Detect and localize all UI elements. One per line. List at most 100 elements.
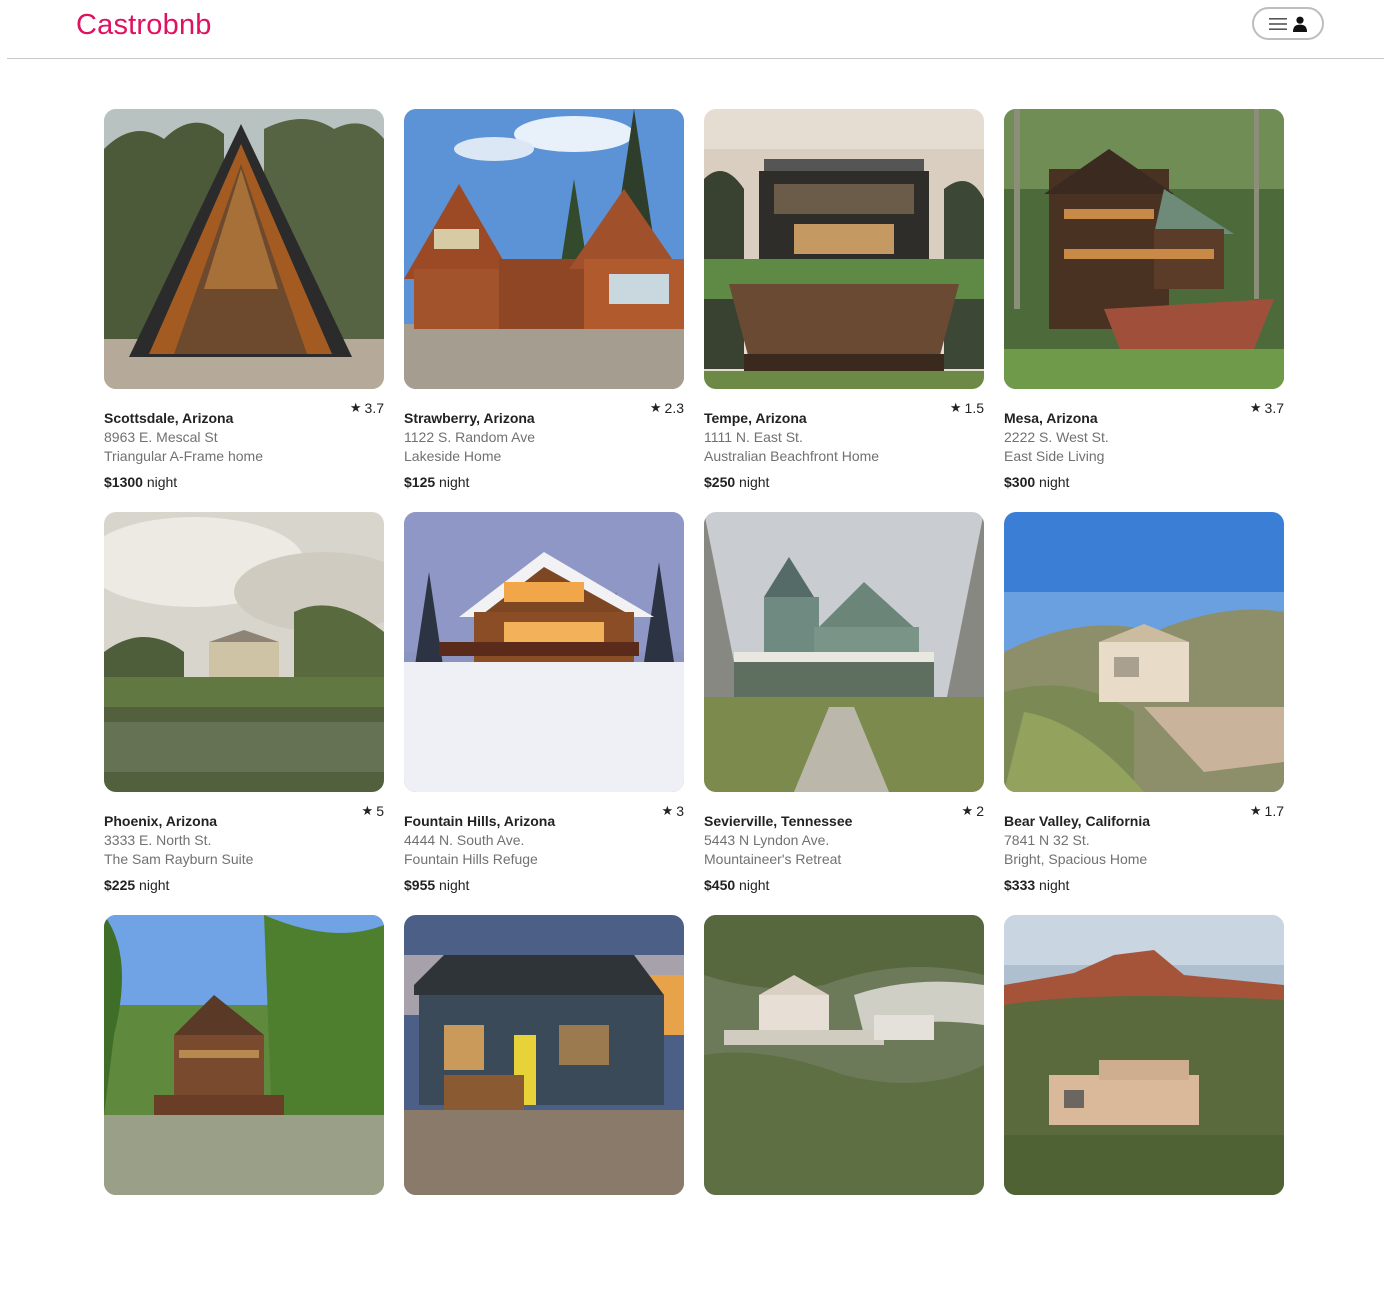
listing-address: 1122 S. Random Ave xyxy=(404,429,536,445)
rating-value: 2.3 xyxy=(664,400,684,416)
listing-rating: ★ 1.5 xyxy=(950,400,984,416)
listing-grid: Scottsdale, Arizona 8963 E. Mescal St Tr… xyxy=(104,109,1284,1295)
brand-logo[interactable]: Castrobnb xyxy=(76,9,212,42)
hamburger-icon xyxy=(1269,17,1287,31)
listing-photo[interactable] xyxy=(704,109,984,389)
user-icon xyxy=(1293,16,1307,32)
listing-price: $450 night xyxy=(704,876,984,895)
listing-rating: ★ 3.7 xyxy=(350,400,384,416)
price-amount: $225 xyxy=(104,877,136,893)
listing-card[interactable]: Fountain Hills, Arizona 4444 N. South Av… xyxy=(404,512,684,895)
listing-address: 7841 N 32 St. xyxy=(1004,832,1090,848)
listing-card[interactable]: Mesa, Arizona 2222 S. West St. East Side… xyxy=(1004,109,1284,492)
listing-price: $1300 night xyxy=(104,473,384,492)
listing-title: Fountain Hills Refuge xyxy=(404,851,538,867)
listing-address: 8963 E. Mescal St xyxy=(104,429,218,445)
listing-title: Mountaineer's Retreat xyxy=(704,851,842,867)
listing-photo[interactable] xyxy=(1004,109,1284,389)
listing-address: 3333 E. North St. xyxy=(104,832,212,848)
listing-photo[interactable] xyxy=(1004,512,1284,792)
listing-location: Mesa, Arizona xyxy=(1004,410,1098,426)
price-amount: $250 xyxy=(704,474,736,490)
price-unit: night xyxy=(439,877,470,893)
listing-card[interactable]: Sevierville, Tennessee 5443 N Lyndon Ave… xyxy=(704,512,984,895)
listing-photo[interactable] xyxy=(404,512,684,792)
price-amount: $955 xyxy=(404,877,436,893)
listing-card[interactable]: Phoenix, Arizona 3333 E. North St. The S… xyxy=(104,512,384,895)
listing-location: Fountain Hills, Arizona xyxy=(404,813,556,829)
rating-value: 2 xyxy=(976,803,984,819)
listing-card[interactable] xyxy=(104,915,384,1295)
rating-value: 1.7 xyxy=(1264,803,1284,819)
listing-price: $955 night xyxy=(404,876,684,895)
listing-title: East Side Living xyxy=(1004,448,1105,464)
listing-price: $333 night xyxy=(1004,876,1284,895)
listing-photo[interactable] xyxy=(104,915,384,1195)
listing-title: Triangular A-Frame home xyxy=(104,448,263,464)
listing-photo[interactable] xyxy=(1004,915,1284,1195)
listing-address: 2222 S. West St. xyxy=(1004,429,1109,445)
price-amount: $450 xyxy=(704,877,736,893)
listing-photo[interactable] xyxy=(404,109,684,389)
listing-location: Sevierville, Tennessee xyxy=(704,813,853,829)
listing-photo[interactable] xyxy=(104,109,384,389)
price-unit: night xyxy=(739,877,770,893)
star-icon: ★ xyxy=(349,400,362,415)
rating-value: 3 xyxy=(676,803,684,819)
rating-value: 3.7 xyxy=(1264,400,1284,416)
rating-value: 3.7 xyxy=(364,400,384,416)
listing-title: Lakeside Home xyxy=(404,448,502,464)
listing-price: $225 night xyxy=(104,876,384,895)
listing-rating: ★ 2.3 xyxy=(650,400,684,416)
listing-rating: ★ 3.7 xyxy=(1250,400,1284,416)
listing-location: Tempe, Arizona xyxy=(704,410,807,426)
listing-card[interactable] xyxy=(1004,915,1284,1295)
price-amount: $1300 xyxy=(104,474,143,490)
price-amount: $300 xyxy=(1004,474,1036,490)
listing-rating: ★ 5 xyxy=(362,803,384,819)
listing-address: 1111 N. East St. xyxy=(704,429,803,445)
listing-rating: ★ 3 xyxy=(662,803,684,819)
listing-card[interactable] xyxy=(404,915,684,1295)
listing-title: Bright, Spacious Home xyxy=(1004,851,1148,867)
listing-title: The Sam Rayburn Suite xyxy=(104,851,254,867)
price-amount: $125 xyxy=(404,474,436,490)
listing-photo[interactable] xyxy=(704,915,984,1195)
listing-photo[interactable] xyxy=(104,512,384,792)
listing-card[interactable]: Scottsdale, Arizona 8963 E. Mescal St Tr… xyxy=(104,109,384,492)
listing-price: $250 night xyxy=(704,473,984,492)
star-icon: ★ xyxy=(361,803,374,818)
listing-card[interactable] xyxy=(704,915,984,1295)
star-icon: ★ xyxy=(1249,803,1262,818)
listing-title: Australian Beachfront Home xyxy=(704,448,880,464)
listing-location: Phoenix, Arizona xyxy=(104,813,218,829)
listing-card[interactable]: Bear Valley, California 7841 N 32 St. Br… xyxy=(1004,512,1284,895)
price-unit: night xyxy=(146,474,178,490)
star-icon: ★ xyxy=(661,803,674,818)
rating-value: 5 xyxy=(376,803,384,819)
listing-photo[interactable] xyxy=(404,915,684,1195)
price-unit: night xyxy=(739,474,770,490)
listing-price: $300 night xyxy=(1004,473,1284,492)
listing-location: Scottsdale, Arizona xyxy=(104,410,234,426)
listing-price: $125 night xyxy=(404,473,684,492)
star-icon: ★ xyxy=(649,400,662,415)
listing-card[interactable]: Tempe, Arizona 1111 N. East St. Australi… xyxy=(704,109,984,492)
price-unit: night xyxy=(139,877,170,893)
listing-address: 4444 N. South Ave. xyxy=(404,832,525,848)
user-menu-button[interactable] xyxy=(1252,7,1324,40)
star-icon: ★ xyxy=(961,803,974,818)
price-unit: night xyxy=(439,474,470,490)
listing-card[interactable]: Strawberry, Arizona 1122 S. Random Ave L… xyxy=(404,109,684,492)
price-unit: night xyxy=(1039,474,1070,490)
listing-address: 5443 N Lyndon Ave. xyxy=(704,832,830,848)
listing-rating: ★ 2 xyxy=(962,803,984,819)
top-nav: Castrobnb xyxy=(7,0,1384,59)
price-amount: $333 xyxy=(1004,877,1036,893)
listing-photo[interactable] xyxy=(704,512,984,792)
star-icon: ★ xyxy=(1249,400,1262,415)
price-unit: night xyxy=(1039,877,1070,893)
listing-rating: ★ 1.7 xyxy=(1250,803,1284,819)
star-icon: ★ xyxy=(949,400,962,415)
listing-location: Bear Valley, California xyxy=(1004,813,1151,829)
